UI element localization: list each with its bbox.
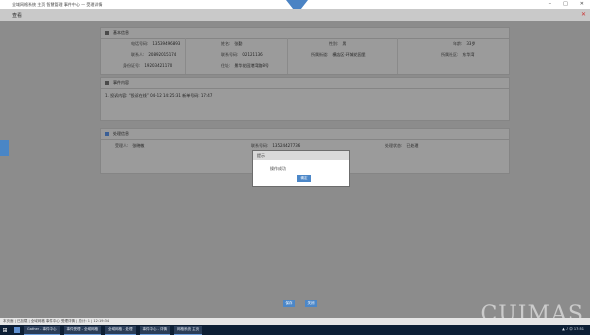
basic-info-panel: 基本信息 电话号码: 13539496893 姓名: 张勤 性别: 男 年龄: 33岁 … — [100, 27, 510, 75]
dialog-title: 提示 — [257, 152, 265, 158]
divider — [185, 38, 186, 74]
field-contact: 联系人: 20892015174 — [131, 52, 177, 57]
status-text: 本页面 | 已加载 | 全域网格 事件中心 受理详情 | 总计: 1 | 12:… — [3, 319, 110, 323]
window-title: 全域网格系统 主页 智慧管理 事件中心 — 受理详情 — [12, 1, 103, 7]
close-icon[interactable]: ✕ — [581, 11, 586, 18]
field-age: 年龄: 33岁 — [453, 41, 476, 46]
maximize-icon[interactable]: □ — [563, 1, 568, 7]
field-gender: 性别: 男 — [329, 41, 347, 46]
taskbar: ⊞ Gather - 事件中心 事件受理 - 全域网格 全域网格 - 处理 事件… — [0, 325, 590, 335]
divider — [397, 38, 398, 74]
side-expand-tab[interactable] — [0, 140, 9, 156]
field-address: 住址: 景华花园港湾路8号 — [221, 63, 269, 68]
windows-start-icon[interactable]: ⊞ — [0, 325, 10, 335]
dialog-ok-button[interactable]: 确定 — [297, 175, 311, 182]
close-window-icon[interactable]: ✕ — [580, 1, 584, 7]
field-status[interactable]: 处理状态: 已处理 — [385, 143, 418, 149]
alert-dialog: 提示 操作成功 确定 — [252, 150, 350, 187]
taskbar-item[interactable]: 事件受理 - 全域网格 — [63, 325, 102, 335]
event-content-title: 事件内容 — [113, 80, 129, 85]
section-icon — [105, 31, 109, 35]
handling-title: 处理信息 — [113, 131, 129, 136]
field-handler: 受理人: 张晓敏 — [115, 143, 145, 148]
basic-info-title: 基本信息 — [113, 30, 129, 35]
minimize-icon[interactable]: – — [549, 1, 552, 7]
basic-info-header: 基本信息 — [101, 28, 509, 39]
field-community: 所属社区: 东华湾 — [441, 52, 475, 57]
dialog-header: 提示 — [253, 151, 349, 160]
field-id-number: 身份证号: 19203421170 — [123, 63, 173, 68]
handling-header: 处理信息 — [101, 129, 509, 140]
page-title: 查看 — [12, 13, 23, 19]
taskbar-item[interactable]: 全域网格 - 处理 — [105, 325, 136, 335]
taskbar-item[interactable]: Gather - 事件中心 — [24, 325, 60, 335]
field-handler-phone: 联系号码: 13524427736 — [251, 143, 301, 148]
event-content-text: 1. 投诉内容: “投诉在线” 04-12 14:25:31 新单号码: 17:… — [105, 93, 213, 98]
taskbar-item[interactable]: 事件中心 - 详情 — [139, 325, 171, 335]
app-icon[interactable] — [14, 327, 20, 333]
section-icon — [105, 132, 109, 136]
field-phone: 电话号码: 13539496893 — [131, 41, 181, 46]
window-controls: – □ ✕ — [549, 1, 584, 7]
event-content-header: 事件内容 — [101, 78, 509, 89]
taskbar-item[interactable]: 网格系统 主页 — [174, 325, 203, 335]
dialog-message: 操作成功 — [270, 166, 286, 171]
system-tray[interactable]: ▲ ♪ 中 17:51 — [562, 327, 584, 332]
divider — [287, 38, 288, 74]
field-name: 姓名: 张勤 — [221, 41, 243, 46]
section-icon — [105, 81, 109, 85]
field-street: 所属街道: 横店区·环城花园里 — [311, 52, 366, 57]
field-contact-phone: 联系号码: 02121136 — [221, 52, 263, 57]
save-button[interactable]: 保存 — [283, 300, 295, 307]
status-bar: 本页面 | 已加载 | 全域网格 事件中心 受理详情 | 总计: 1 | 12:… — [0, 318, 590, 325]
close-button[interactable]: 关闭 — [305, 300, 317, 307]
page-header: 查看 ✕ — [0, 9, 590, 21]
event-content-panel: 事件内容 1. 投诉内容: “投诉在线” 04-12 14:25:31 新单号码… — [100, 77, 510, 121]
